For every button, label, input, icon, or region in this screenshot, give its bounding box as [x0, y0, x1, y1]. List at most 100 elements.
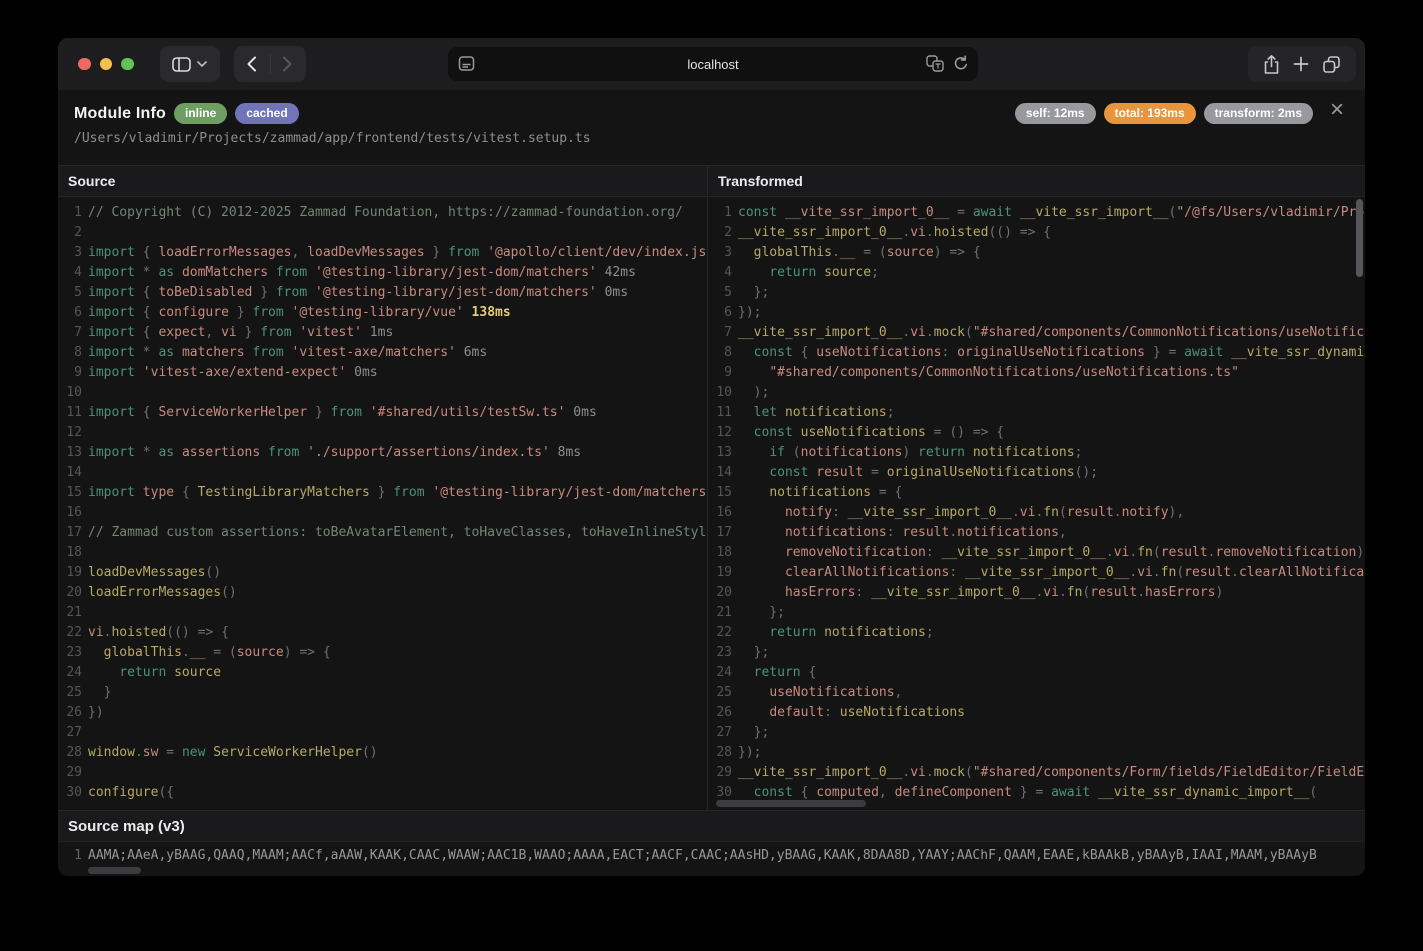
code-line: 1// Copyright (C) 2012-2025 Zammad Found… — [64, 203, 707, 223]
line-number: 24 — [64, 663, 88, 683]
line-number: 17 — [64, 523, 88, 543]
code-line: 18 removeNotification: __vite_ssr_import… — [714, 543, 1365, 563]
code-line: 10 ); — [714, 383, 1365, 403]
code-text: let notifications; — [738, 403, 1365, 423]
new-tab-button[interactable] — [1293, 56, 1309, 72]
code-text: import 'vitest-axe/extend-expect' 0ms — [88, 363, 707, 383]
code-line: 10 — [64, 383, 707, 403]
badge: total: 193ms — [1104, 103, 1196, 124]
code-line: 1const __vite_ssr_import_0__ = await __v… — [714, 203, 1365, 223]
code-text: import * as domMatchers from '@testing-l… — [88, 263, 707, 283]
code-text: import { expect, vi } from 'vitest' 1ms — [88, 323, 707, 343]
line-number: 26 — [64, 703, 88, 723]
code-line: 27 }; — [714, 723, 1365, 743]
line-number: 10 — [714, 383, 738, 403]
code-line: 5import { toBeDisabled } from '@testing-… — [64, 283, 707, 303]
tab-overview-button[interactable] — [1322, 55, 1341, 74]
line-number: 14 — [714, 463, 738, 483]
share-button[interactable] — [1263, 54, 1280, 75]
line-number: 16 — [714, 503, 738, 523]
vertical-scrollbar[interactable] — [1356, 199, 1363, 277]
code-line: 14 — [64, 463, 707, 483]
line-number: 19 — [64, 563, 88, 583]
line-number: 15 — [64, 483, 88, 503]
code-line: 23 }; — [714, 643, 1365, 663]
code-text: globalThis.__ = (source) => { — [88, 643, 707, 663]
sidebar-toggle-button[interactable] — [160, 46, 220, 82]
back-button[interactable] — [234, 46, 270, 82]
page-settings-icon[interactable] — [458, 55, 475, 72]
transformed-code-panel: 1const __vite_ssr_import_0__ = await __v… — [708, 197, 1365, 810]
line-number: 13 — [714, 443, 738, 463]
module-path: /Users/vladimir/Projects/zammad/app/fron… — [74, 131, 1349, 146]
code-text: }; — [738, 723, 1365, 743]
minimize-window-button[interactable] — [100, 58, 113, 71]
line-number: 21 — [714, 603, 738, 623]
line-number: 30 — [64, 783, 88, 803]
reload-icon[interactable] — [953, 55, 969, 72]
code-text: // Copyright (C) 2012-2025 Zammad Founda… — [88, 203, 707, 223]
code-text: hasErrors: __vite_ssr_import_0__.vi.fn(r… — [738, 583, 1365, 603]
line-number: 26 — [714, 703, 738, 723]
code-text — [88, 543, 707, 563]
line-number: 7 — [714, 323, 738, 343]
browser-window: localhost — [58, 38, 1365, 876]
nav-buttons — [234, 46, 306, 82]
line-number: 14 — [64, 463, 88, 483]
code-line: 11import { ServiceWorkerHelper } from '#… — [64, 403, 707, 423]
source-code-panel: 1// Copyright (C) 2012-2025 Zammad Found… — [58, 197, 707, 810]
browser-toolbar: localhost — [58, 38, 1365, 90]
code-text: return source — [88, 663, 707, 683]
code-text: useNotifications, — [738, 683, 1365, 703]
code-text: default: useNotifications — [738, 703, 1365, 723]
line-number: 9 — [714, 363, 738, 383]
zoom-window-button[interactable] — [121, 58, 134, 71]
line-number: 5 — [714, 283, 738, 303]
transformed-panel-title: Transformed — [708, 166, 1365, 196]
code-text: }; — [738, 283, 1365, 303]
code-text — [88, 463, 707, 483]
line-number: 18 — [714, 543, 738, 563]
share-icon — [1263, 54, 1280, 75]
translate-icon[interactable] — [926, 55, 944, 72]
code-text: if (notifications) return notifications; — [738, 443, 1365, 463]
code-line: 28window.sw = new ServiceWorkerHelper() — [64, 743, 707, 763]
code-line: 20loadErrorMessages() — [64, 583, 707, 603]
code-line: 17 notifications: result.notifications, — [714, 523, 1365, 543]
line-number: 17 — [714, 523, 738, 543]
code-line: 19loadDevMessages() — [64, 563, 707, 583]
code-text: notifications = { — [738, 483, 1365, 503]
code-text: vi.hoisted(() => { — [88, 623, 707, 643]
horizontal-scrollbar[interactable] — [716, 800, 866, 807]
line-number: 28 — [64, 743, 88, 763]
code-line: 22 return notifications; — [714, 623, 1365, 643]
line-number: 2 — [714, 223, 738, 243]
code-text: import { ServiceWorkerHelper } from '#sh… — [88, 403, 707, 423]
close-button[interactable]: × — [1323, 96, 1351, 124]
line-number: 16 — [64, 503, 88, 523]
line-number: 25 — [714, 683, 738, 703]
code-line: 2__vite_ssr_import_0__.vi.hoisted(() => … — [714, 223, 1365, 243]
horizontal-scrollbar[interactable] — [88, 867, 141, 874]
close-window-button[interactable] — [78, 58, 91, 71]
line-number: 2 — [64, 223, 88, 243]
line-number: 21 — [64, 603, 88, 623]
line-number: 10 — [64, 383, 88, 403]
chevron-down-icon — [197, 61, 207, 67]
line-number: 24 — [714, 663, 738, 683]
code-text: const __vite_ssr_import_0__ = await __vi… — [738, 203, 1365, 223]
sidebar-icon — [172, 57, 191, 72]
code-line: 16 notify: __vite_ssr_import_0__.vi.fn(r… — [714, 503, 1365, 523]
code-text: }); — [738, 303, 1365, 323]
plus-icon — [1293, 56, 1309, 72]
forward-button[interactable] — [270, 46, 306, 82]
badge: cached — [235, 103, 298, 124]
line-number: 13 — [64, 443, 88, 463]
code-text: // Zammad custom assertions: toBeAvatarE… — [88, 523, 707, 543]
code-line: 29__vite_ssr_import_0__.vi.mock("#shared… — [714, 763, 1365, 783]
tabs-icon — [1322, 55, 1341, 74]
line-number: 3 — [64, 243, 88, 263]
address-bar[interactable]: localhost — [448, 47, 978, 81]
code-line: 23 globalThis.__ = (source) => { — [64, 643, 707, 663]
code-line: 2 — [64, 223, 707, 243]
